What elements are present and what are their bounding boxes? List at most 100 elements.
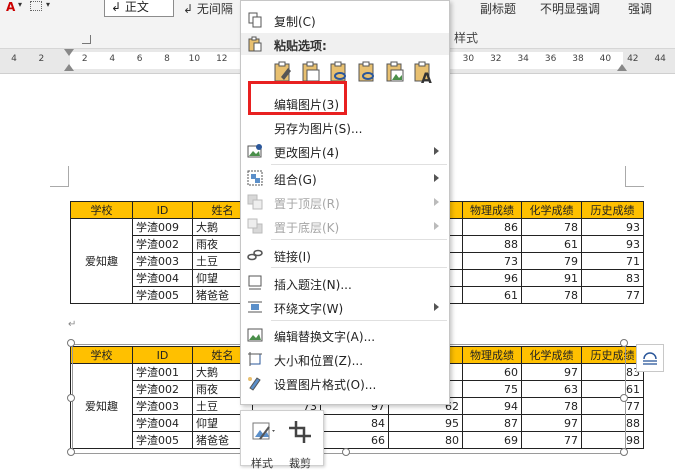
menu-item-change-picture[interactable]: 更改图片(4) [241, 139, 449, 163]
style-subtle-emphasis[interactable]: 不明显强调 [540, 0, 600, 17]
resize-handle[interactable] [342, 448, 350, 456]
history-cell: 71 [581, 252, 644, 270]
font-color-button[interactable]: A [6, 0, 15, 14]
menu-item-format-picture[interactable]: 设置图片格式(O)... [241, 371, 449, 395]
picture-style-button[interactable] [243, 417, 281, 450]
menu-separator [271, 239, 447, 240]
history-cell: 93 [581, 218, 644, 236]
history-cell: 77 [581, 286, 644, 304]
id-cell: 学渣009 [132, 218, 193, 236]
ruler-number: 6 [136, 54, 143, 64]
style-emphasis[interactable]: 强调 [628, 0, 652, 17]
physics-cell: 86 [462, 218, 522, 236]
ruler-number: 2 [81, 54, 88, 64]
menu-item-copy[interactable]: 复制(C) [241, 8, 449, 32]
mini-toolbar: 样式 裁剪 [240, 410, 324, 470]
styles-group-label: 样式 [454, 31, 479, 45]
school-cell: 爱知趣 [70, 218, 133, 304]
menu-item-label: 链接(I) [274, 250, 311, 264]
menu-item-label: 环绕文字(W) [274, 302, 344, 316]
id-cell: 学渣003 [132, 252, 193, 270]
menu-item-insert-caption[interactable]: 插入题注(N)... [241, 271, 449, 295]
menu-item-label: 更改图片(4) [274, 146, 339, 160]
border-icon[interactable] [30, 1, 42, 11]
send-to-back-icon [247, 218, 263, 234]
crop-mark [50, 166, 69, 187]
ruler-number: 40 [599, 54, 612, 64]
paste-text-only-icon: A [414, 61, 432, 87]
dropdown-chevron-icon[interactable]: ▾ [46, 0, 50, 9]
menu-item-bring-to-front[interactable]: 置于顶层(R) [241, 190, 449, 214]
chemistry-cell: 91 [521, 269, 582, 287]
ruler-number: 32 [490, 54, 502, 64]
dropdown-chevron-icon[interactable]: ▾ [18, 0, 22, 9]
paragraph-launcher-icon[interactable] [82, 35, 91, 44]
hanging-indent-icon[interactable] [64, 64, 74, 71]
link-icon [247, 249, 263, 261]
ruler-number: 42 [627, 54, 639, 64]
insert-caption-icon [248, 275, 262, 290]
ruler-number: 38 [572, 54, 584, 64]
chemistry-cell: 78 [521, 218, 582, 236]
submenu-arrow-icon [434, 303, 439, 311]
chemistry-cell: 78 [521, 286, 582, 304]
submenu-arrow-icon [434, 222, 439, 230]
menu-item-wrap-text[interactable]: 环绕文字(W) [241, 295, 449, 319]
style-subtitle[interactable]: 副标题 [480, 0, 516, 17]
paste-options-label: 粘贴选项: [274, 39, 327, 53]
ruler-number: 30 [462, 54, 475, 64]
submenu-arrow-icon [434, 198, 439, 206]
crop-icon [289, 421, 311, 443]
layout-options-button[interactable] [636, 344, 664, 372]
context-menu: 复制(C) 粘贴选项: A 编辑图片(3) 另存为图片(S)... 更改图片(4… [240, 0, 450, 405]
ruler-number: 10 [188, 54, 201, 64]
header-history: 历史成绩 [581, 201, 644, 219]
paste-icon [248, 36, 262, 52]
physics-cell: 96 [462, 269, 522, 287]
menu-item-label: 置于底层(K) [274, 221, 340, 235]
header-id: ID [132, 201, 193, 219]
crop-label: 裁剪 [289, 457, 311, 470]
physics-cell: 61 [462, 286, 522, 304]
menu-item-send-to-back[interactable]: 置于底层(K) [241, 214, 449, 238]
menu-item-size-position[interactable]: 大小和位置(Z)... [241, 347, 449, 371]
resize-handle[interactable] [67, 394, 75, 402]
resize-handle[interactable] [67, 448, 75, 456]
resize-handle[interactable] [67, 339, 75, 347]
resize-handle[interactable] [620, 394, 628, 402]
right-indent-icon[interactable] [617, 64, 627, 71]
highlight-annotation [248, 81, 347, 115]
format-picture-icon [248, 377, 261, 391]
menu-item-label: 组合(G) [274, 173, 317, 187]
menu-item-edit-alt-text[interactable]: 编辑替换文字(A)... [241, 323, 449, 347]
paste-link-keep-icon [358, 61, 374, 82]
crop-button[interactable] [281, 417, 319, 450]
menu-item-label: 大小和位置(Z)... [274, 354, 364, 368]
chemistry-cell: 79 [521, 252, 582, 270]
header-school: 学校 [70, 201, 133, 219]
style-no-spacing[interactable]: ↲ 无间隔 [183, 0, 233, 17]
first-line-indent-icon[interactable] [64, 49, 74, 56]
paste-picture-button[interactable] [383, 59, 407, 85]
picture-style-icon [252, 422, 275, 440]
history-cell: 93 [581, 235, 644, 253]
copy-icon [248, 12, 262, 28]
menu-item-save-as-picture[interactable]: 另存为图片(S)... [241, 115, 449, 139]
menu-item-group[interactable]: 组合(G) [241, 166, 449, 190]
submenu-arrow-icon [434, 147, 439, 155]
size-position-icon [248, 352, 262, 366]
ruler-number: 12 [216, 54, 228, 64]
resize-handle[interactable] [620, 339, 628, 347]
ruler-number: 4 [109, 54, 116, 64]
menu-item-label: 复制(C) [274, 15, 316, 29]
physics-cell: 88 [462, 235, 522, 253]
ruler-number: 2 [38, 54, 45, 64]
resize-handle[interactable] [620, 448, 628, 456]
menu-item-link[interactable]: 链接(I) [241, 243, 449, 267]
bring-to-front-icon [247, 194, 263, 210]
paste-text-only-button[interactable]: A [411, 59, 435, 87]
paste-link-keep-button[interactable] [355, 59, 379, 85]
submenu-arrow-icon [434, 174, 439, 182]
style-normal[interactable]: ↲ 正文 [104, 0, 174, 17]
physics-cell: 73 [462, 252, 522, 270]
